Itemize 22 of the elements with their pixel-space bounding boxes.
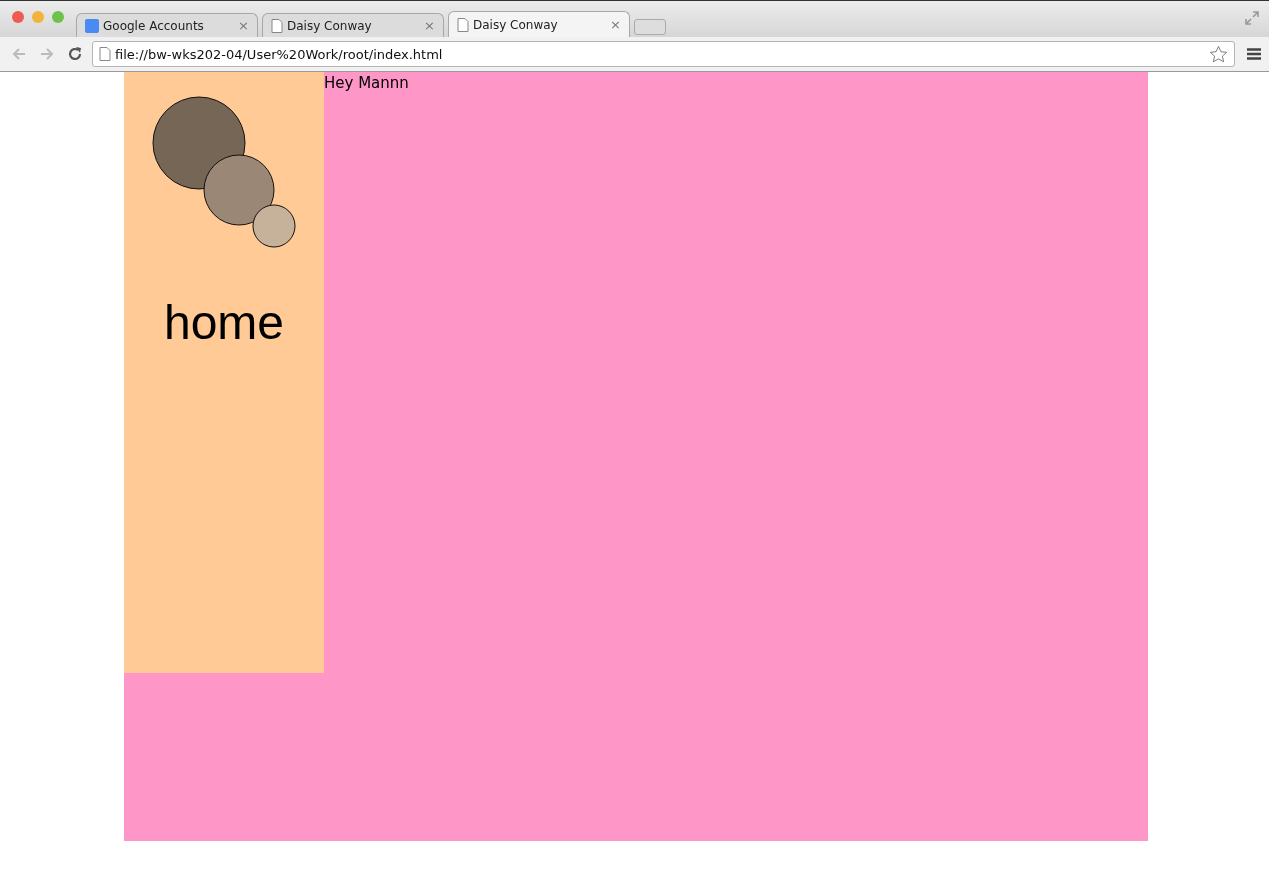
- page-icon: [457, 17, 469, 32]
- page-icon: [271, 18, 283, 33]
- home-link[interactable]: home: [163, 295, 285, 350]
- browser-tab[interactable]: Google Accounts ×: [76, 13, 258, 37]
- fullscreen-icon[interactable]: [1245, 11, 1259, 25]
- tab-title: Daisy Conway: [473, 17, 559, 32]
- greeting-text: Hey Mannn: [324, 74, 409, 92]
- tab-close-button[interactable]: ×: [610, 17, 621, 32]
- star-icon[interactable]: [1209, 44, 1228, 64]
- page-icon: [99, 47, 111, 61]
- minimize-window-button[interactable]: [32, 11, 44, 23]
- tab-close-button[interactable]: ×: [424, 18, 435, 33]
- address-bar[interactable]: file://bw-wks202-04/User%20Work/root/index.html: [92, 41, 1235, 67]
- tab-title: Daisy Conway: [287, 18, 373, 33]
- zoom-window-button[interactable]: [52, 11, 64, 23]
- browser-tab[interactable]: Daisy Conway ×: [448, 11, 630, 37]
- menu-icon[interactable]: [1247, 48, 1261, 60]
- new-tab-button[interactable]: [634, 19, 666, 35]
- close-window-button[interactable]: [12, 11, 24, 23]
- tab-close-button[interactable]: ×: [238, 18, 249, 33]
- browser-tab[interactable]: Daisy Conway ×: [262, 13, 444, 37]
- tab-title: Google Accounts: [103, 18, 205, 33]
